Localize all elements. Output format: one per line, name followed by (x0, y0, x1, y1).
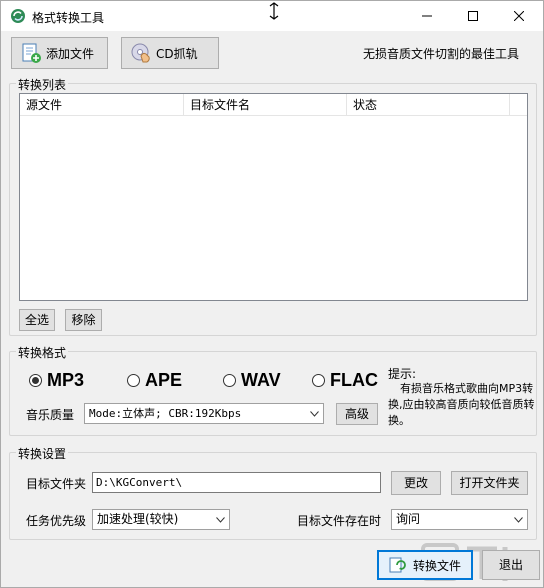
column-header-status[interactable]: 状态 (347, 94, 510, 116)
radio-ape[interactable]: APE (127, 370, 182, 391)
list-header: 源文件 目标文件名 状态 (20, 94, 527, 116)
priority-select-value: 加速处理(较快) (97, 512, 179, 526)
target-folder-input[interactable]: D:\KGConvert\ (92, 472, 381, 493)
title-bar[interactable]: 格式转换工具 (1, 1, 543, 31)
settings-group-title: 转换设置 (16, 445, 69, 462)
quality-select[interactable]: Mode:立体声; CBR:192Kbps (84, 403, 324, 424)
change-folder-button[interactable]: 更改 (391, 471, 441, 495)
file-exists-select[interactable]: 询问 (391, 509, 528, 530)
radio-wav-label: WAV (241, 370, 281, 390)
chevron-down-icon (510, 510, 527, 529)
radio-flac-label: FLAC (330, 370, 378, 390)
column-header-target-name[interactable]: 目标文件名 (184, 94, 347, 116)
app-logo-icon (11, 9, 25, 23)
app-window: 格式转换工具 添加文件 CD抓轨 无损音质文件切割的最佳工具 转换列表 源文件 … (0, 0, 544, 588)
file-exists-label: 目标文件存在时 (297, 514, 382, 528)
settings-group: 转换设置 目标文件夹 D:\KGConvert\ 更改 打开文件夹 任务优先级 … (9, 445, 537, 540)
remove-button[interactable]: 移除 (65, 309, 102, 331)
radio-wav[interactable]: WAV (223, 370, 281, 391)
format-group-title: 转换格式 (16, 344, 69, 361)
priority-select[interactable]: 加速处理(较快) (92, 509, 230, 530)
radio-indicator (223, 374, 236, 387)
convert-label: 转换文件 (413, 558, 462, 573)
format-group: 转换格式 MP3 APE WAV FLAC 音乐质量 Mode:立体声; CBR… (9, 344, 537, 436)
file-exists-select-value: 询问 (396, 512, 421, 526)
tagline-text: 无损音质文件切割的最佳工具 (363, 47, 520, 61)
quality-select-value: Mode:立体声; CBR:192Kbps (89, 407, 242, 420)
minimize-icon (422, 15, 432, 17)
conversion-list-group: 转换列表 源文件 目标文件名 状态 全选 移除 (9, 76, 537, 336)
advanced-button[interactable]: 高级 (336, 403, 378, 425)
target-folder-label: 目标文件夹 (26, 477, 87, 491)
column-header-source[interactable]: 源文件 (20, 94, 184, 116)
conversion-list-title: 转换列表 (16, 76, 69, 93)
exit-button[interactable]: 退出 (482, 550, 540, 580)
cd-rip-label: CD抓轨 (156, 46, 198, 61)
tip-body: 有损音乐格式歌曲向MP3转换,应由较高音质向较低音质转换。 (388, 382, 535, 427)
conversion-list-view[interactable]: 源文件 目标文件名 状态 (19, 93, 528, 301)
resize-cursor-icon (269, 2, 279, 20)
radio-indicator-selected (29, 374, 42, 387)
maximize-button[interactable] (450, 1, 496, 31)
convert-icon (389, 557, 406, 573)
select-all-button[interactable]: 全选 (19, 309, 55, 331)
radio-flac[interactable]: FLAC (312, 370, 378, 391)
close-icon (514, 11, 524, 21)
tip-title: 提示: (388, 367, 417, 381)
close-button[interactable] (496, 1, 542, 31)
maximize-icon (468, 11, 478, 21)
radio-mp3-label: MP3 (47, 370, 85, 390)
add-file-icon (22, 43, 41, 63)
cd-hand-icon (131, 43, 150, 63)
chevron-down-icon (212, 510, 229, 529)
radio-indicator (312, 374, 325, 387)
cd-rip-button[interactable]: CD抓轨 (121, 37, 219, 69)
radio-indicator (127, 374, 140, 387)
minimize-button[interactable] (404, 1, 450, 31)
radio-mp3[interactable]: MP3 (29, 370, 84, 391)
chevron-down-icon (306, 404, 323, 423)
quality-label: 音乐质量 (26, 408, 75, 422)
convert-button[interactable]: 转换文件 (377, 550, 473, 580)
open-folder-button[interactable]: 打开文件夹 (451, 471, 528, 495)
window-title: 格式转换工具 (32, 11, 105, 25)
priority-label: 任务优先级 (26, 514, 87, 528)
add-file-label: 添加文件 (46, 46, 95, 61)
add-file-button[interactable]: 添加文件 (11, 37, 108, 69)
radio-ape-label: APE (145, 370, 183, 390)
